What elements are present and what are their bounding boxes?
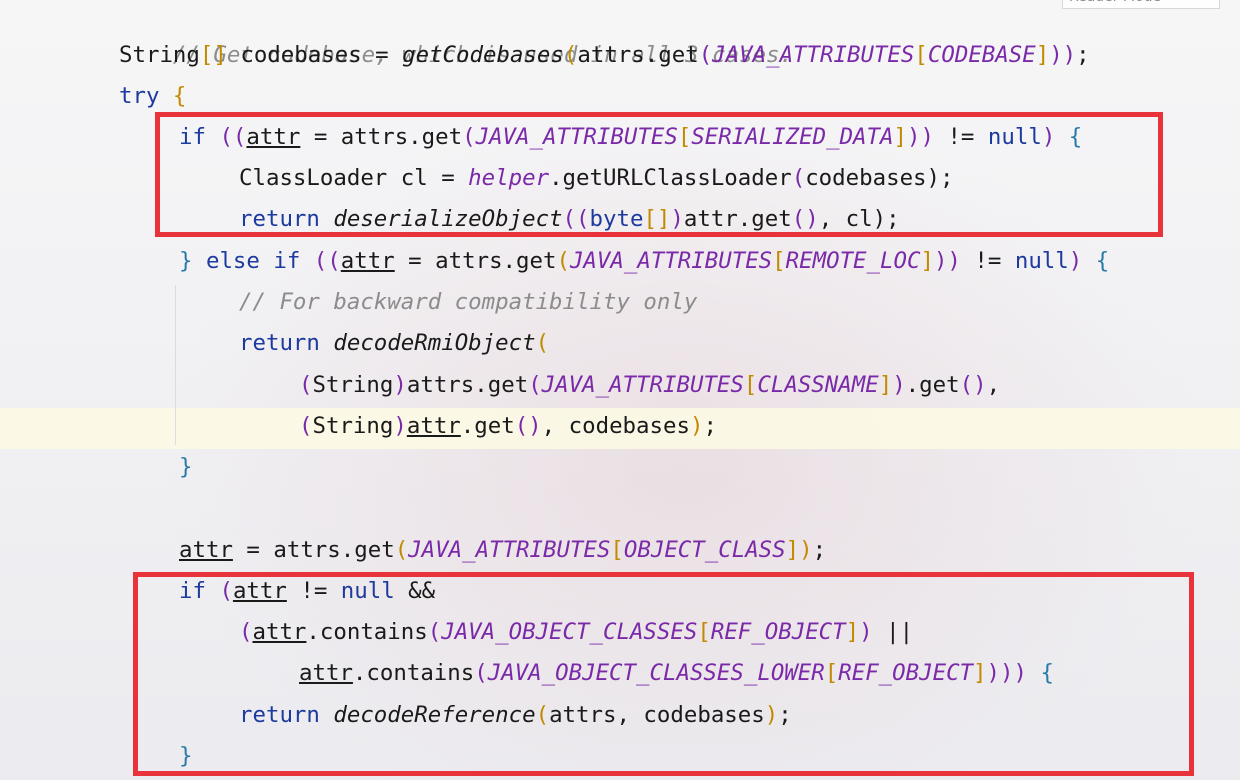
keyword: try: [119, 83, 160, 109]
bracket: [: [743, 372, 758, 398]
code-text: attrs.get: [406, 372, 529, 398]
code-line: // For backward compatibility only: [239, 282, 697, 323]
code-line: (String)attr.get(), codebases);: [299, 406, 717, 447]
field-name: CODEBASE: [927, 42, 1036, 68]
bracket: ): [1068, 248, 1083, 274]
code-text: .get: [905, 372, 960, 398]
variable: attr: [179, 537, 233, 563]
comment: // For backward compatibility only: [239, 289, 698, 315]
highlight-box-reference: [133, 572, 1194, 776]
bracket: ]: [878, 372, 893, 398]
field-name: JAVA_ATTRIBUTES: [712, 42, 915, 68]
code-text: , codebases: [541, 413, 690, 439]
bracket: (): [959, 372, 987, 398]
bracket: [: [772, 248, 786, 274]
bracket: (: [563, 42, 578, 68]
field-name: JAVA_ATTRIBUTES: [408, 537, 611, 563]
bracket: (: [698, 42, 713, 68]
code-line: return decodeRmiObject(: [239, 323, 549, 364]
bracket: }: [179, 248, 193, 274]
bracket: )): [933, 248, 961, 274]
field-name: OBJECT_CLASS: [623, 537, 786, 563]
bracket: )): [1049, 42, 1077, 68]
keyword: else if: [192, 248, 301, 274]
type-name: String: [119, 42, 200, 68]
keyword: return: [239, 330, 320, 356]
code-text: = attrs.get: [394, 248, 557, 274]
bracket: (: [299, 413, 313, 439]
bracket: ): [393, 372, 407, 398]
field-name: JAVA_ATTRIBUTES: [541, 372, 744, 398]
field-name: JAVA_ATTRIBUTES: [569, 248, 773, 274]
code-text: ,: [986, 372, 1001, 398]
bracket: ): [689, 413, 704, 439]
method-name: getCodebases: [402, 42, 564, 68]
bracket: (: [556, 248, 570, 274]
bracket: ]: [785, 537, 800, 563]
code-line: }: [179, 447, 192, 488]
variable: attr: [406, 413, 461, 439]
bracket: ]: [920, 248, 934, 274]
code-text: .get: [460, 413, 515, 439]
code-line: (String)attrs.get(JAVA_ATTRIBUTES[CLASSN…: [299, 365, 1000, 406]
variable: attr: [340, 248, 395, 274]
field-name: CLASSNAME: [757, 372, 879, 398]
type-name: String: [312, 413, 394, 439]
bracket: {: [159, 83, 187, 109]
code-line: attr = attrs.get(JAVA_ATTRIBUTES[OBJECT_…: [179, 530, 826, 571]
code-text: ;: [703, 413, 717, 439]
bracket: }: [179, 454, 193, 480]
method-name: decodeRmiObject: [319, 330, 536, 356]
bracket: (: [528, 372, 542, 398]
code-line: try {: [119, 76, 186, 117]
bracket: ]: [1035, 42, 1050, 68]
bracket: []: [199, 42, 227, 68]
bracket: (: [394, 537, 409, 563]
bracket: {: [1082, 248, 1110, 274]
code-text: !=: [960, 248, 1015, 274]
type-name: String: [312, 372, 394, 398]
highlight-box-serialized-data: [155, 112, 1163, 237]
bracket: ((: [300, 248, 341, 274]
code-text: ;: [1076, 42, 1090, 68]
code-text: ;: [812, 537, 827, 563]
bracket: ): [892, 372, 906, 398]
bracket: (): [514, 413, 542, 439]
bracket: (: [299, 372, 313, 398]
code-text: = attrs.get: [232, 537, 395, 563]
bracket: ): [393, 413, 407, 439]
bracket: [: [914, 42, 928, 68]
code-text: codebases =: [226, 42, 403, 68]
code-line: String[] codebases = getCodebases(attrs.…: [119, 35, 1090, 76]
bracket: [: [610, 537, 624, 563]
keyword: null: [1014, 248, 1069, 274]
bracket: ): [799, 537, 813, 563]
code-line: // Get codebase, which is used in all 3 …: [119, 0, 793, 68]
code-line: } else if ((attr = attrs.get(JAVA_ATTRIB…: [179, 241, 1109, 282]
code-text: attrs.get: [577, 42, 699, 68]
bracket: (: [535, 330, 550, 356]
field-name: REMOTE_LOC: [785, 248, 921, 274]
